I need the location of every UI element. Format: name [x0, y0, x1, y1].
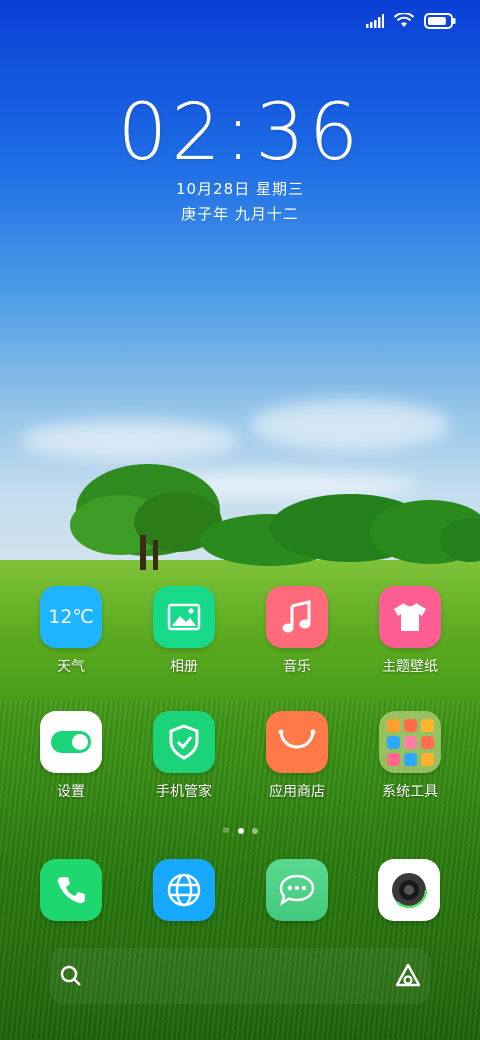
page-indicator: ≡ — [0, 826, 480, 836]
search-icon[interactable] — [59, 964, 83, 988]
shield-check-icon — [153, 711, 215, 773]
dock-phone[interactable] — [40, 859, 102, 921]
app-label: 手机管家 — [156, 784, 212, 800]
app-label: 应用商店 — [269, 784, 325, 800]
page-dot-current[interactable] — [237, 828, 244, 834]
trees — [70, 464, 480, 570]
lock-clock: 02:36 — [117, 88, 363, 178]
folder-system-tools[interactable]: 系统工具 — [355, 711, 465, 801]
music-note-icon — [266, 586, 328, 648]
page-dot[interactable] — [251, 828, 258, 834]
app-label: 音乐 — [283, 659, 311, 675]
app-themes[interactable]: 主题壁纸 — [355, 586, 465, 676]
assistant-icon[interactable] — [394, 962, 422, 990]
toggle-icon — [40, 711, 102, 773]
app-security[interactable]: 手机管家 — [129, 711, 239, 801]
phone-icon — [57, 877, 85, 904]
app-label: 主题壁纸 — [382, 659, 438, 675]
dock-browser[interactable] — [153, 859, 215, 921]
gallery-icon — [153, 586, 215, 648]
app-photos[interactable]: 相册 — [129, 586, 239, 676]
globe-icon — [167, 873, 201, 907]
bag-icon — [266, 711, 328, 773]
app-label: 相册 — [170, 659, 198, 675]
dock-camera[interactable] — [378, 859, 440, 921]
signal-icon — [366, 14, 384, 28]
battery-icon — [424, 13, 456, 29]
weather-icon: 12℃ — [40, 586, 102, 648]
date-text: 10月28日 星期三 — [176, 180, 304, 198]
dock-messages[interactable] — [266, 859, 328, 921]
folder-icon — [379, 711, 441, 773]
app-label: 天气 — [57, 659, 85, 675]
app-label: 设置 — [57, 784, 85, 800]
app-label: 系统工具 — [382, 784, 438, 800]
status-bar — [366, 10, 456, 32]
app-weather[interactable]: 12℃ 天气 — [16, 586, 126, 676]
bottom-search-bar — [50, 948, 430, 1004]
lunar-date-text: 庚子年 九月十二 — [181, 205, 299, 223]
wifi-icon — [394, 13, 414, 27]
menu-lines-icon: ≡ — [222, 826, 230, 836]
tshirt-icon — [379, 586, 441, 648]
app-settings[interactable]: 设置 — [16, 711, 126, 801]
app-store[interactable]: 应用商店 — [242, 711, 352, 801]
app-music[interactable]: 音乐 — [242, 586, 352, 676]
chat-bubble-icon — [279, 874, 315, 906]
camera-lens-icon — [390, 871, 428, 909]
